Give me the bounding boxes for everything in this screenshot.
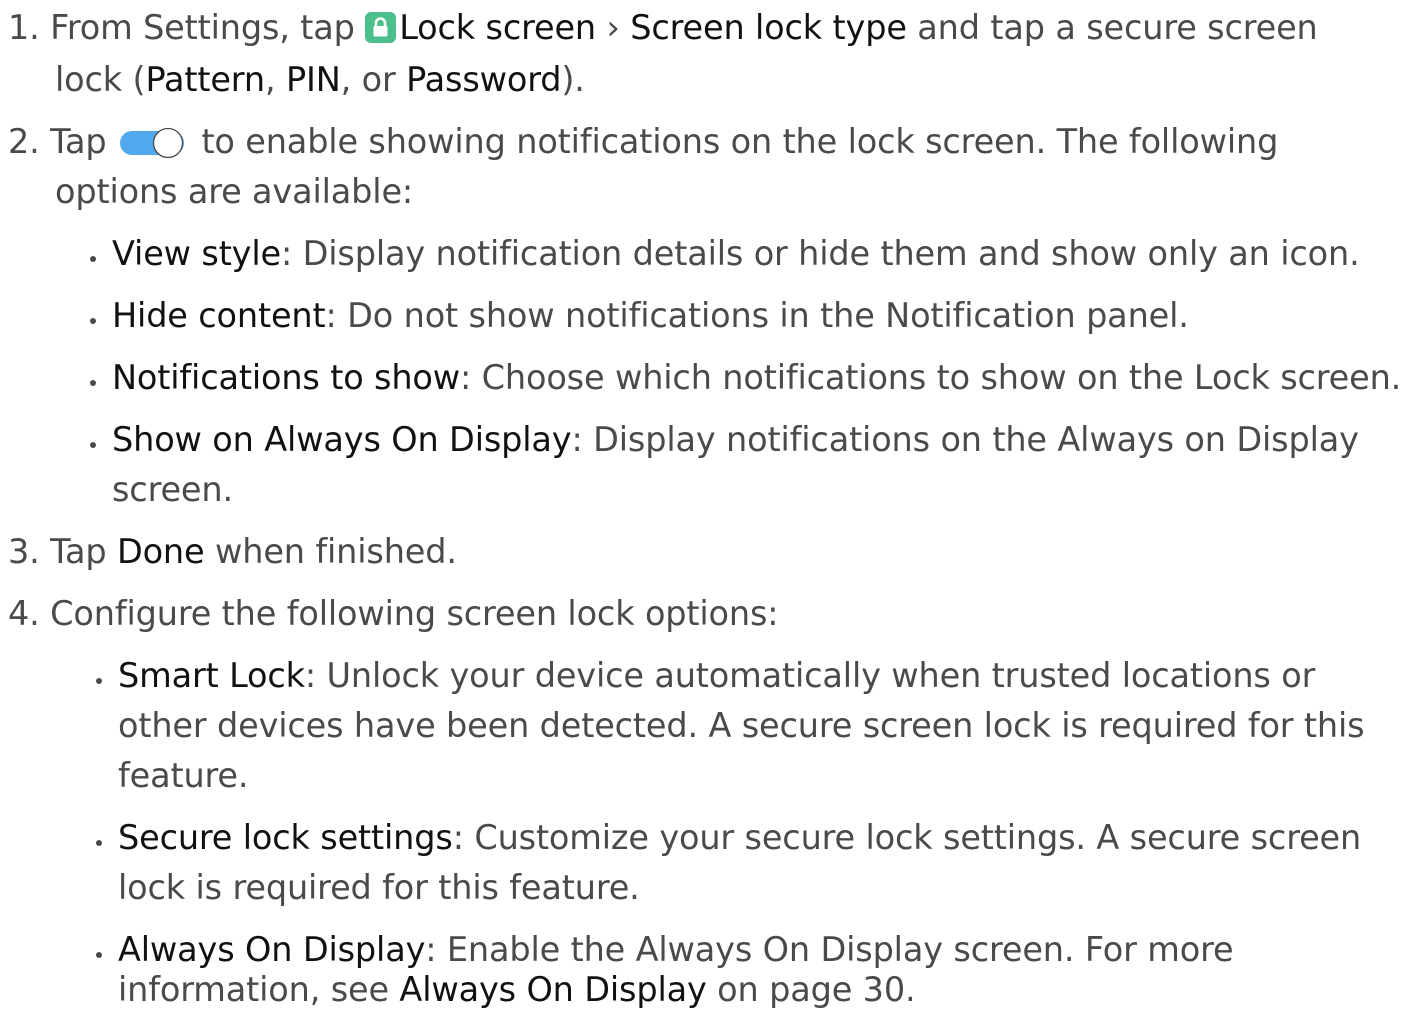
bullet-secure-lock-settings: Secure lock settings: Customize your sec… <box>118 816 1361 860</box>
step-2-line-1: 2. Tap to enable showing notifications o… <box>8 120 1278 164</box>
document-page: 1. From Settings, tap Lock screen › Scre… <box>0 0 1427 1016</box>
bullet-icon <box>96 678 102 684</box>
bullet-continuation: other devices have been detected. A secu… <box>118 706 1365 745</box>
bullet-show-on-aod: Show on Always On Display: Display notif… <box>112 418 1359 462</box>
chevron-right-icon: › <box>606 8 620 47</box>
lock-screen-term: Lock screen <box>399 8 596 47</box>
bullet-continuation: screen. <box>112 470 233 509</box>
bullet-always-on-display: Always On Display: Enable the Always On … <box>118 928 1234 972</box>
step-1-line-2: lock (Pattern, PIN, or Password). <box>55 58 585 102</box>
step-text: and tap a secure screen <box>917 8 1318 47</box>
step-text: lock ( <box>55 60 146 99</box>
toggle-switch-icon <box>119 127 187 159</box>
step-text: to enable showing notifications on the l… <box>201 122 1279 161</box>
bullet-text: : Display notification details or hide t… <box>280 234 1360 273</box>
bullet-view-style: View style: Display notification details… <box>112 232 1360 276</box>
done-term: Done <box>116 532 205 571</box>
bullet-continuation: feature. <box>118 756 249 795</box>
bullet-text: : Display notifications on the Always on… <box>571 420 1359 459</box>
step-number: 1. <box>8 8 40 47</box>
bullet-notifications-to-show: Notifications to show: Choose which noti… <box>112 356 1401 400</box>
step-text: when finished. <box>214 532 457 571</box>
step-3-line-1: 3. Tap Done when finished. <box>8 530 457 574</box>
bullet-icon <box>90 442 96 448</box>
bullet-text: : Choose which notifications to show on … <box>460 358 1402 397</box>
step-text: Configure the following screen lock opti… <box>50 594 779 633</box>
step-4-line-1: 4. Configure the following screen lock o… <box>8 592 779 636</box>
separator: , <box>264 60 286 99</box>
bullet-term: View style <box>112 234 281 273</box>
bullet-text: information, see <box>118 970 400 1009</box>
bullet-text: : Unlock your device automatically when … <box>304 656 1316 695</box>
password-term: Password <box>406 60 562 99</box>
bullet-icon <box>96 952 102 958</box>
bullet-text: : Do not show notifications in the Notif… <box>325 296 1189 335</box>
bullet-text: : Customize your secure lock settings. A… <box>452 818 1362 857</box>
step-1-line-1: 1. From Settings, tap Lock screen › Scre… <box>8 6 1318 50</box>
step-2-line-2: options are available: <box>55 172 414 211</box>
step-text: ). <box>561 60 585 99</box>
screen-lock-type-term: Screen lock type <box>630 8 907 47</box>
pin-term: PIN <box>285 60 341 99</box>
bullet-smart-lock: Smart Lock: Unlock your device automatic… <box>118 654 1315 698</box>
step-text: From Settings, tap <box>50 8 355 47</box>
bullet-icon <box>90 380 96 386</box>
bullet-term: Hide content <box>112 296 326 335</box>
pattern-term: Pattern <box>145 60 265 99</box>
bullet-text: on page 30. <box>706 970 916 1009</box>
step-number: 2. <box>8 122 40 161</box>
always-on-display-link[interactable]: Always On Display <box>399 970 706 1009</box>
bullet-icon <box>90 318 96 324</box>
bullet-continuation: information, see Always On Display on pa… <box>118 968 916 1012</box>
bullet-term: Smart Lock <box>118 656 305 695</box>
bullet-term: Always On Display <box>118 930 426 969</box>
step-text: Tap <box>50 532 107 571</box>
lock-icon <box>365 12 397 43</box>
bullet-term: Show on Always On Display <box>112 420 572 459</box>
step-text: Tap <box>50 122 107 161</box>
bullet-hide-content: Hide content: Do not show notifications … <box>112 294 1189 338</box>
separator: , or <box>340 60 407 99</box>
bullet-term: Secure lock settings <box>118 818 453 857</box>
step-number: 4. <box>8 594 40 633</box>
bullet-continuation: lock is required for this feature. <box>118 868 640 907</box>
bullet-text: : Enable the Always On Display screen. F… <box>425 930 1234 969</box>
step-number: 3. <box>8 532 40 571</box>
bullet-icon <box>90 256 96 262</box>
bullet-icon <box>96 840 102 846</box>
bullet-term: Notifications to show <box>112 358 461 397</box>
